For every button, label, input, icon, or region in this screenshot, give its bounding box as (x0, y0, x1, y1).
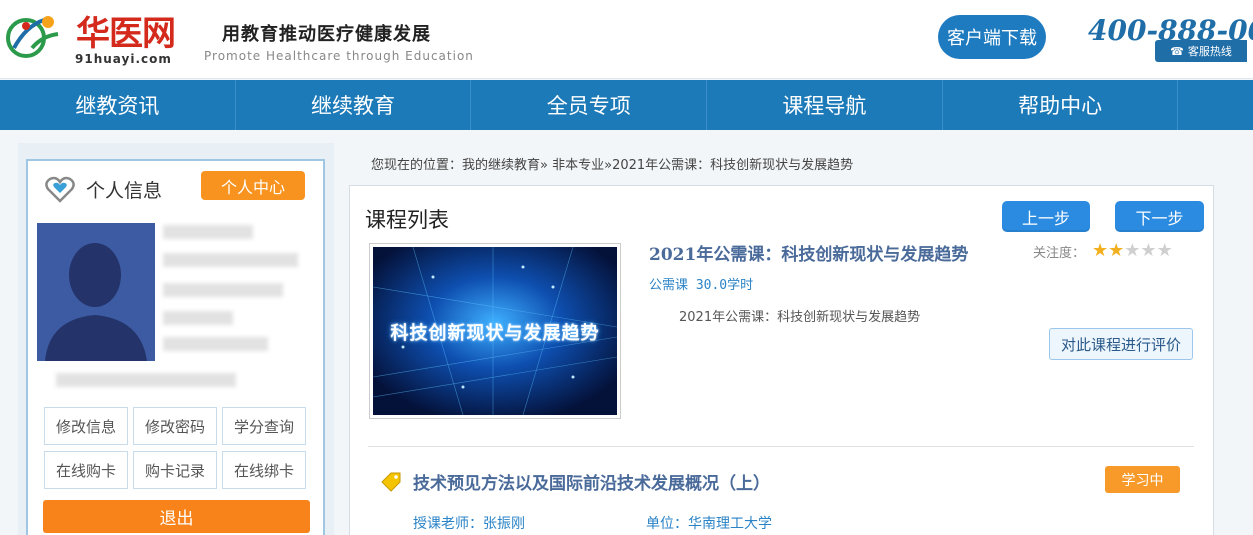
hotline-label: 客服热线 (1187, 45, 1232, 58)
breadcrumb-item-non-major[interactable]: 非本专业» (552, 158, 612, 173)
user-info-blur (163, 283, 283, 297)
nav-item-course-navigation[interactable]: 课程导航 (707, 80, 943, 130)
breadcrumb-item-course[interactable]: 2021年公需课：科技创新现状与发展趋势 (612, 158, 853, 173)
tag-icon (381, 472, 401, 492)
star-filled-icon: ★ (1108, 240, 1125, 261)
course-list-title: 课程列表 (365, 208, 449, 232)
buy-card-online-button[interactable]: 在线购卡 (44, 451, 128, 489)
site-header: 华医网 91huayi.com 用教育推动医疗健康发展 Promote Heal… (0, 0, 1253, 79)
nav-item-overflow (1178, 80, 1253, 130)
sidebar-container: 个人信息 个人中心 修改信息 修改密码 学分查询 在线购卡 购卡记录 在线绑卡 … (18, 143, 334, 535)
chapter-teacher: 授课老师：张振刚 (413, 516, 525, 532)
star-empty-icon: ★ (1140, 240, 1157, 261)
star-empty-icon: ★ (1124, 240, 1141, 261)
logo-text[interactable]: 华医网 (76, 6, 176, 55)
change-password-button[interactable]: 修改密码 (133, 407, 217, 445)
course-description: 2021年公需课：科技创新现状与发展趋势 (679, 310, 921, 325)
nav-item-help-center[interactable]: 帮助中心 (943, 80, 1179, 130)
star-empty-icon: ★ (1156, 240, 1173, 261)
course-thumbnail-image: 科技创新现状与发展趋势 (373, 247, 617, 415)
hotline-badge: ☎ 客服热线 (1155, 40, 1247, 62)
edit-info-button[interactable]: 修改信息 (44, 407, 128, 445)
logout-button[interactable]: 退出 (43, 500, 310, 533)
course-thumbnail[interactable]: 科技创新现状与发展趋势 (369, 243, 621, 419)
breadcrumb: 您现在的位置：我的继续教育» 非本专业»2021年公需课：科技创新现状与发展趋势 (371, 154, 853, 173)
star-filled-icon: ★ (1092, 240, 1109, 261)
attention-label: 关注度： (1033, 246, 1086, 261)
breadcrumb-item-my-education[interactable]: 我的继续教育» (462, 158, 548, 173)
slogan-chinese: 用教育推动医疗健康发展 (222, 24, 431, 45)
huayi-logo-icon[interactable] (4, 8, 66, 68)
breadcrumb-prefix: 您现在的位置： (371, 158, 463, 173)
course-list-panel: 课程列表 上一步 下一步 科技创新现状与发展趋势 2021年公需课：科技创新现状… (349, 185, 1214, 535)
phone-icon: ☎ (1170, 44, 1184, 58)
nav-item-all-staff[interactable]: 全员专项 (471, 80, 708, 130)
logo-url: 91huayi.com (75, 52, 172, 66)
user-info-blur (163, 253, 298, 267)
avatar (37, 223, 155, 361)
course-title[interactable]: 2021年公需课：科技创新现状与发展趋势 (649, 240, 968, 265)
personal-info-header: 个人信息 (44, 173, 162, 205)
user-info-blur (163, 225, 253, 239)
personal-info-panel: 个人信息 个人中心 修改信息 修改密码 学分查询 在线购卡 购卡记录 在线绑卡 … (26, 159, 325, 535)
rate-course-button[interactable]: 对此课程进行评价 (1049, 328, 1193, 360)
slogan-english: Promote Healthcare through Education (204, 49, 474, 63)
main-nav: 继教资讯 继续教育 全员专项 课程导航 帮助中心 (0, 80, 1253, 130)
course-thumbnail-text: 科技创新现状与发展趋势 (390, 323, 600, 344)
previous-step-button[interactable]: 上一步 (1002, 201, 1090, 232)
chapter-unit: 单位：华南理工大学 (646, 516, 772, 532)
nav-item-continuing-education[interactable]: 继续教育 (236, 80, 472, 130)
client-download-button[interactable]: 客户端下载 (938, 15, 1046, 59)
user-info-blur (56, 373, 236, 387)
chapter-title[interactable]: 技术预见方法以及国际前沿技术发展概况（上） (413, 469, 770, 494)
user-info-blur (163, 311, 233, 325)
card-purchase-record-button[interactable]: 购卡记录 (133, 451, 217, 489)
course-type: 公需课 30.0学时 (649, 278, 754, 293)
user-silhouette-icon (37, 223, 155, 361)
divider (368, 446, 1194, 447)
personal-center-button[interactable]: 个人中心 (201, 171, 305, 200)
personal-info-title: 个人信息 (86, 179, 163, 202)
next-step-button[interactable]: 下一步 (1115, 201, 1204, 232)
nav-item-news[interactable]: 继教资讯 (0, 80, 236, 130)
heart-icon (45, 176, 75, 203)
user-info-blur (163, 337, 268, 351)
attention-rating: ★ ★ ★ ★ ★ (1092, 242, 1173, 260)
bind-card-online-button[interactable]: 在线绑卡 (222, 451, 306, 489)
credit-query-button[interactable]: 学分查询 (222, 407, 306, 445)
studying-status-button[interactable]: 学习中 (1105, 466, 1180, 493)
